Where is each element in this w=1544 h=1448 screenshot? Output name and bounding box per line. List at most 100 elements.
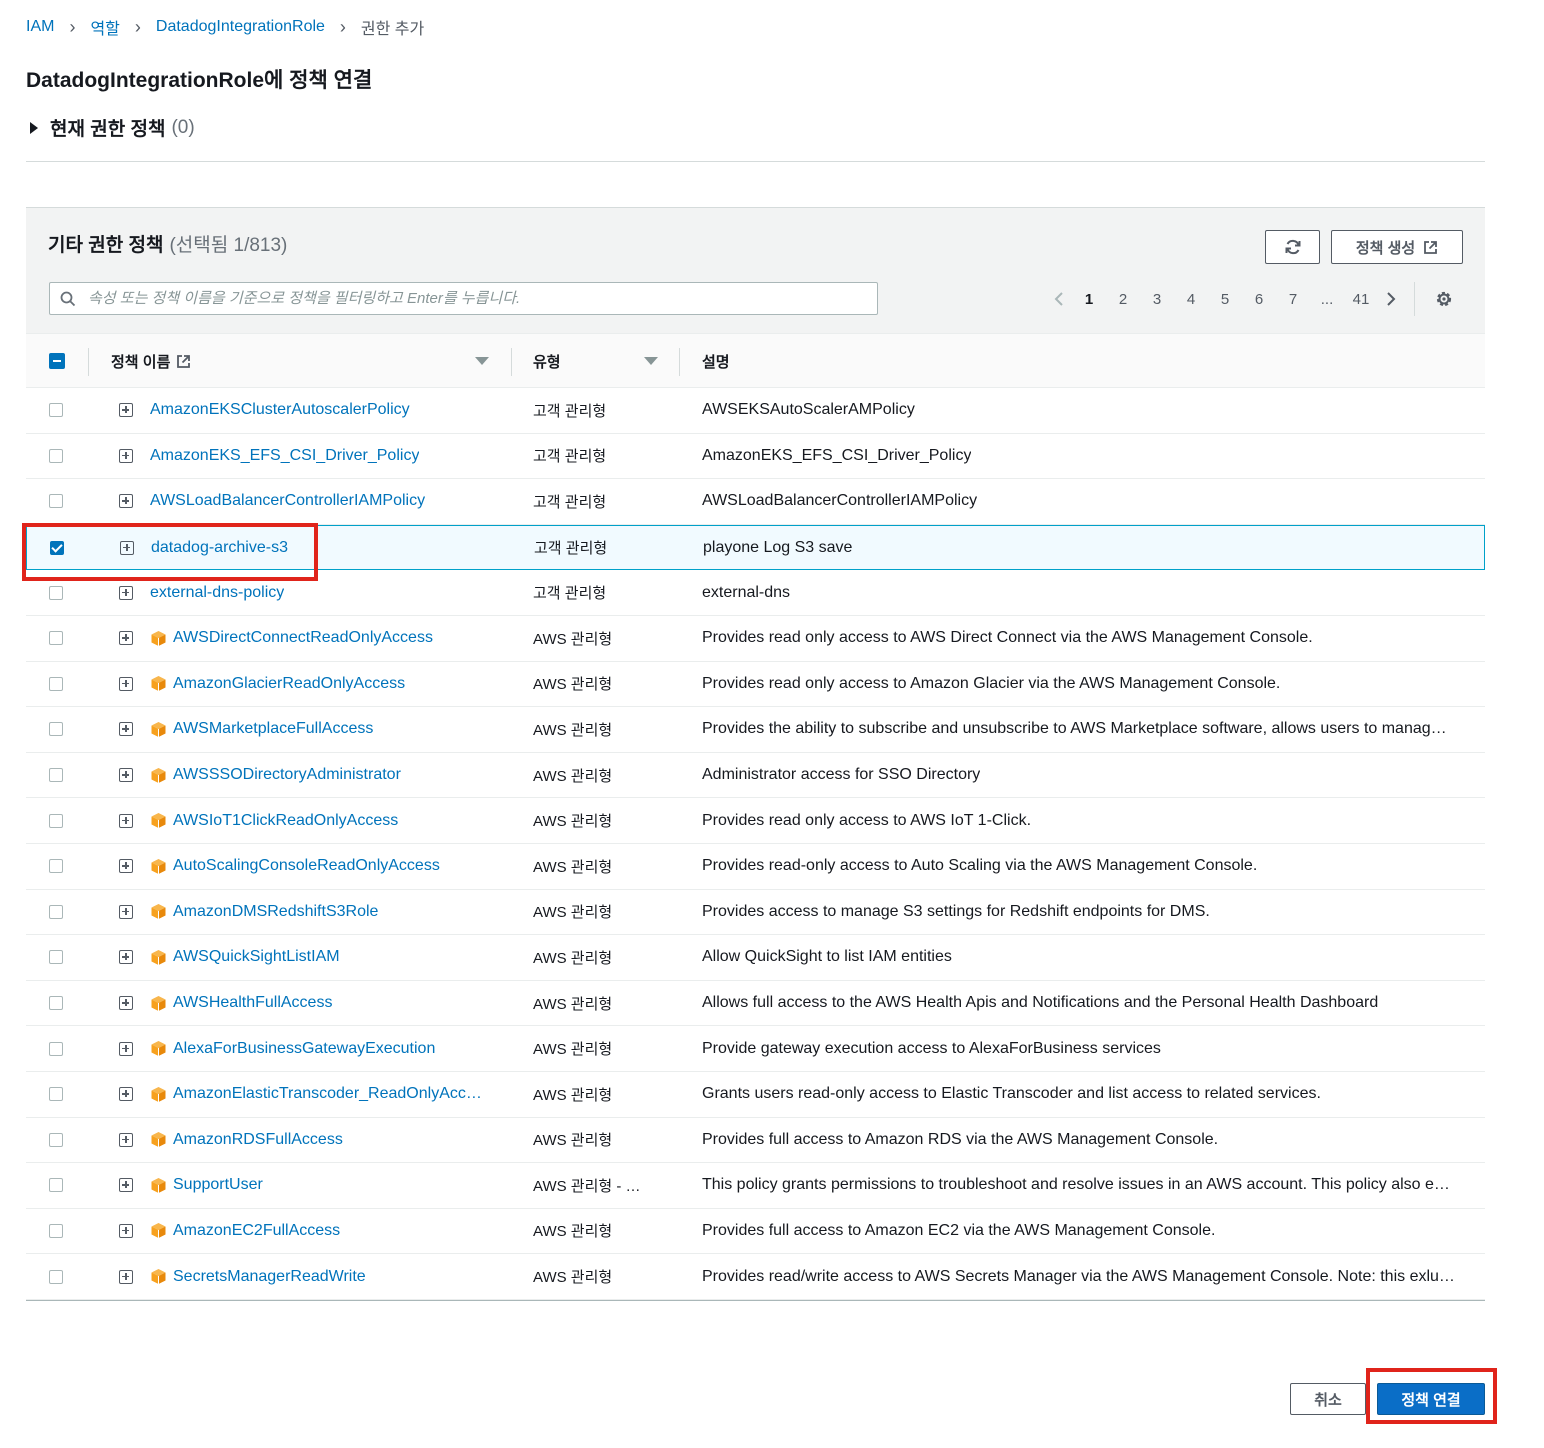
policy-name-link[interactable]: AWSDirectConnectReadOnlyAccess [173,629,433,647]
create-policy-button[interactable]: 정책 생성 [1331,230,1463,264]
row-checkbox[interactable] [49,585,63,600]
table-row[interactable]: AutoScalingConsoleReadOnlyAccess AWS 관리형 P… [26,844,1485,890]
table-row[interactable]: AWSLoadBalancerControllerIAMPolicy 고객 관리형… [26,479,1485,525]
policy-name-link[interactable]: AmazonRDSFullAccess [173,1131,343,1149]
policy-name-link[interactable]: AmazonEC2FullAccess [173,1222,340,1240]
expand-plus-icon[interactable] [119,1223,133,1238]
expand-plus-icon[interactable] [119,1087,133,1102]
policy-name-link[interactable]: AutoScalingConsoleReadOnlyAccess [173,857,440,875]
page-7[interactable]: 7 [1276,291,1310,308]
table-row[interactable]: AmazonEC2FullAccess AWS 관리형 Provides full … [26,1209,1485,1255]
expand-plus-icon[interactable] [119,1041,133,1056]
expand-plus-icon[interactable] [119,904,133,919]
table-row[interactable]: AWSSSODirectoryAdministrator AWS 관리형 Admin… [26,753,1485,799]
table-row[interactable]: AmazonEKS_EFS_CSI_Driver_Policy 고객 관리형 Ama… [26,434,1485,480]
table-row[interactable]: AWSIoT1ClickReadOnlyAccess AWS 관리형 Provide… [26,798,1485,844]
row-checkbox[interactable] [49,768,63,783]
row-checkbox[interactable] [49,1132,63,1147]
breadcrumb-role[interactable]: DatadogIntegrationRole [156,18,325,36]
expand-plus-icon[interactable] [119,768,133,783]
policy-name-link[interactable]: AWSMarketplaceFullAccess [173,720,373,738]
table-row[interactable]: AmazonEKSClusterAutoscalerPolicy 고객 관리형 AW… [26,388,1485,434]
row-checkbox[interactable] [49,403,63,418]
policy-name-link[interactable]: SupportUser [173,1176,263,1194]
sort-down-icon[interactable] [475,357,489,365]
cancel-button[interactable]: 취소 [1290,1383,1366,1415]
search-input[interactable] [86,289,877,308]
search-field[interactable] [49,282,878,315]
table-row[interactable]: AWSMarketplaceFullAccess AWS 관리형 Provides … [26,707,1485,753]
row-checkbox[interactable] [49,631,63,646]
expand-plus-icon[interactable] [119,722,133,737]
sort-down-icon[interactable] [644,357,658,365]
policy-name-link[interactable]: AmazonGlacierReadOnlyAccess [173,675,405,693]
breadcrumb-iam[interactable]: IAM [26,18,54,36]
policy-name-link[interactable]: AmazonEKS_EFS_CSI_Driver_Policy [150,447,419,465]
current-permissions-toggle[interactable]: 현재 권한 정책 (0) [26,114,195,141]
table-row[interactable]: AmazonElasticTranscoder_ReadOnlyAcc… AWS … [26,1072,1485,1118]
expand-plus-icon[interactable] [119,996,133,1011]
page-5[interactable]: 5 [1208,291,1242,308]
expand-plus-icon[interactable] [119,676,133,691]
table-row[interactable]: SecretsManagerReadWrite AWS 관리형 Provides r… [26,1254,1485,1300]
table-row[interactable]: external-dns-policy 고객 관리형 external-dns [26,570,1485,616]
expand-plus-icon[interactable] [119,1132,133,1147]
header-policy-name[interactable]: 정책 이름 [111,334,191,388]
table-row[interactable]: SupportUser AWS 관리형 - … This policy grants… [26,1163,1485,1209]
expand-plus-icon[interactable] [119,403,133,418]
policy-name-link[interactable]: external-dns-policy [150,584,284,602]
page-4[interactable]: 4 [1174,291,1208,308]
attach-policy-button[interactable]: 정책 연결 [1377,1383,1485,1415]
select-all-checkbox[interactable] [49,353,65,369]
table-row[interactable]: AlexaForBusinessGatewayExecution AWS 관리형 P… [26,1026,1485,1072]
row-checkbox[interactable] [49,722,63,737]
row-checkbox[interactable] [49,996,63,1011]
page-41[interactable]: 41 [1344,291,1378,308]
row-checkbox[interactable] [49,859,63,874]
table-row[interactable]: AmazonRDSFullAccess AWS 관리형 Provides full … [26,1118,1485,1164]
policy-name-link[interactable]: AmazonEKSClusterAutoscalerPolicy [150,401,410,419]
page-3[interactable]: 3 [1140,291,1174,308]
expand-plus-icon[interactable] [119,813,133,828]
policy-name-link[interactable]: AWSQuickSightListIAM [173,948,340,966]
row-checkbox[interactable] [49,676,63,691]
row-checkbox[interactable] [49,904,63,919]
row-checkbox[interactable] [49,1269,63,1284]
expand-plus-icon[interactable] [119,631,133,646]
expand-plus-icon[interactable] [119,585,133,600]
prev-page-icon[interactable] [1046,291,1072,307]
row-checkbox[interactable] [49,813,63,828]
policy-name-link[interactable]: datadog-archive-s3 [151,539,288,557]
page-2[interactable]: 2 [1106,291,1140,308]
expand-plus-icon[interactable] [119,1178,133,1193]
policy-name-link[interactable]: AWSIoT1ClickReadOnlyAccess [173,812,398,830]
row-checkbox[interactable] [49,448,63,463]
table-row[interactable]: AWSHealthFullAccess AWS 관리형 Allows full ac… [26,981,1485,1027]
header-type[interactable]: 유형 [533,334,561,388]
row-checkbox[interactable] [50,540,64,555]
expand-plus-icon[interactable] [120,540,134,555]
policy-name-link[interactable]: AlexaForBusinessGatewayExecution [173,1040,435,1058]
page-6[interactable]: 6 [1242,291,1276,308]
expand-plus-icon[interactable] [119,448,133,463]
row-checkbox[interactable] [49,1087,63,1102]
table-row[interactable]: AmazonGlacierReadOnlyAccess AWS 관리형 Provid… [26,662,1485,708]
breadcrumb-roles[interactable]: 역할 [90,15,119,39]
policy-name-link[interactable]: AWSLoadBalancerControllerIAMPolicy [150,492,425,510]
policy-name-link[interactable]: AWSHealthFullAccess [173,994,332,1012]
table-row[interactable]: AmazonDMSRedshiftS3Role AWS 관리형 Provides a… [26,890,1485,936]
expand-plus-icon[interactable] [119,950,133,965]
table-row[interactable]: AWSQuickSightListIAM AWS 관리형 Allow QuickSi… [26,935,1485,981]
page-1[interactable]: 1 [1072,291,1106,308]
settings-gear-icon[interactable] [1431,289,1457,309]
policy-name-link[interactable]: AmazonDMSRedshiftS3Role [173,903,378,921]
expand-plus-icon[interactable] [119,1269,133,1284]
row-checkbox[interactable] [49,1041,63,1056]
table-row[interactable]: datadog-archive-s3 고객 관리형 playone Log S3 s… [26,524,1485,571]
policy-name-link[interactable]: AWSSSODirectoryAdministrator [173,766,401,784]
row-checkbox[interactable] [49,1178,63,1193]
row-checkbox[interactable] [49,494,63,509]
expand-plus-icon[interactable] [119,859,133,874]
next-page-icon[interactable] [1378,291,1404,307]
policy-name-link[interactable]: SecretsManagerReadWrite [173,1268,366,1286]
